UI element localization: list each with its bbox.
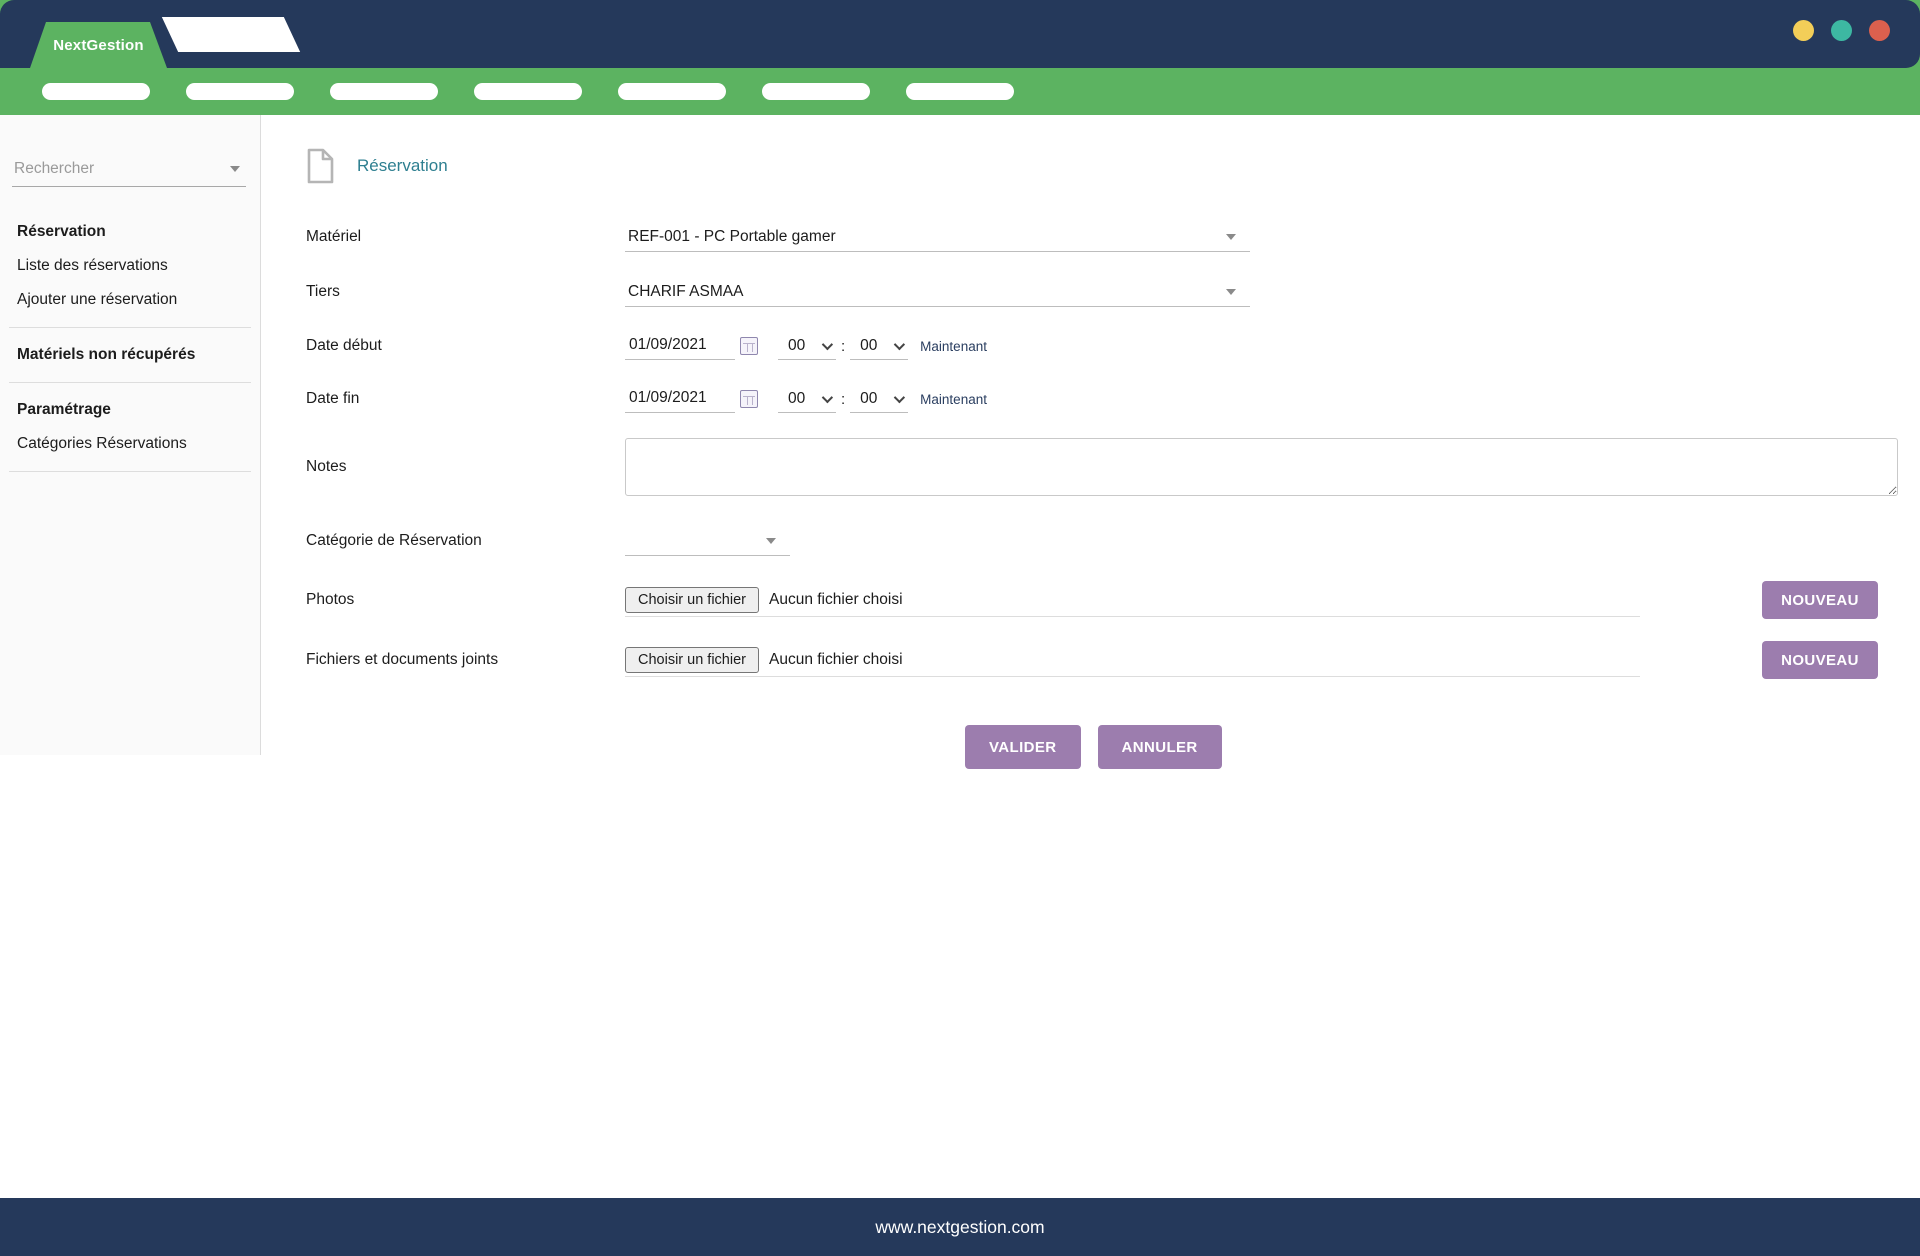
photos-no-file-text: Aucun fichier choisi: [769, 590, 903, 608]
brand-tab[interactable]: NextGestion: [30, 22, 167, 68]
materiel-label: Matériel: [306, 228, 362, 245]
chevron-down-icon: [893, 391, 906, 403]
nav-pill[interactable]: [186, 83, 294, 100]
window-dot-red[interactable]: [1869, 20, 1890, 41]
date-fin-hour-value: 00: [788, 389, 806, 407]
sidebar-menu: Réservation Liste des réservations Ajout…: [0, 215, 260, 472]
tiers-select[interactable]: CHARIF ASMAA: [625, 277, 1250, 307]
caret-down-icon: [1226, 233, 1236, 240]
form-row-categorie: Catégorie de Réservation: [261, 526, 1920, 556]
sidebar: Réservation Liste des réservations Ajout…: [0, 115, 261, 755]
form-actions: VALIDER ANNULER: [965, 725, 1920, 769]
caret-down-icon: [230, 165, 240, 172]
time-separator: :: [841, 390, 846, 408]
fichiers-choose-file-button[interactable]: Choisir un fichier: [625, 646, 759, 673]
categorie-label: Catégorie de Réservation: [306, 532, 482, 549]
title-bar: NextGestion: [0, 0, 1920, 68]
fichiers-new-button[interactable]: NOUVEAU: [1762, 641, 1878, 679]
nav-pill[interactable]: [330, 83, 438, 100]
caret-down-icon: [766, 537, 776, 544]
materiel-value: REF-001 - PC Portable gamer: [628, 227, 836, 245]
tiers-value: CHARIF ASMAA: [628, 282, 744, 300]
sidebar-item-parametrage[interactable]: Paramétrage: [0, 393, 260, 427]
nav-pill[interactable]: [474, 83, 582, 100]
materiel-select[interactable]: REF-001 - PC Portable gamer: [625, 222, 1250, 252]
form-row-fichiers: Fichiers et documents joints Choisir un …: [261, 641, 1920, 679]
fichiers-label: Fichiers et documents joints: [306, 651, 499, 668]
time-separator: :: [841, 337, 846, 355]
sidebar-item-liste-reservations[interactable]: Liste des réservations: [0, 249, 260, 283]
calendar-icon[interactable]: [740, 337, 758, 355]
footer-bar: www.nextgestion.com: [0, 1198, 1920, 1256]
search-input[interactable]: [14, 159, 230, 178]
sidebar-divider: [9, 471, 251, 472]
sidebar-item-ajouter-reservation[interactable]: Ajouter une réservation: [0, 283, 260, 317]
sidebar-divider: [9, 327, 251, 328]
sidebar-item-materiels-non-recuperes[interactable]: Matériels non récupérés: [0, 338, 260, 372]
brand-logo-text: NextGestion: [53, 36, 144, 54]
photos-file-field: Choisir un fichier Aucun fichier choisi: [625, 583, 1640, 617]
page-title: Réservation: [357, 156, 448, 175]
content-area: Réservation Liste des réservations Ajout…: [0, 115, 1920, 769]
valider-button[interactable]: VALIDER: [965, 725, 1081, 769]
date-debut-label: Date début: [306, 337, 382, 354]
chevron-down-icon: [893, 338, 906, 350]
form-row-notes: Notes: [261, 438, 1920, 496]
date-fin-hour-select[interactable]: 00: [778, 385, 836, 413]
form-row-date-fin: Date fin 00 : 00 Maintenant: [261, 385, 1920, 413]
fichiers-no-file-text: Aucun fichier choisi: [769, 650, 903, 668]
sidebar-search: [12, 151, 246, 187]
window-dot-yellow[interactable]: [1793, 20, 1814, 41]
photos-new-button[interactable]: NOUVEAU: [1762, 581, 1878, 619]
nav-pill[interactable]: [762, 83, 870, 100]
nav-pill[interactable]: [906, 83, 1014, 100]
window-header: NextGestion: [0, 0, 1920, 68]
date-debut-minute-value: 00: [860, 336, 878, 354]
tiers-label: Tiers: [306, 283, 340, 300]
footer-url: www.nextgestion.com: [875, 1216, 1045, 1237]
date-debut-input[interactable]: [625, 332, 735, 360]
notes-textarea[interactable]: [625, 438, 1898, 496]
sidebar-item-categories-reservations[interactable]: Catégories Réservations: [0, 427, 260, 461]
form-row-tiers: Tiers CHARIF ASMAA: [261, 277, 1920, 307]
photos-choose-file-button[interactable]: Choisir un fichier: [625, 586, 759, 613]
fichiers-file-field: Choisir un fichier Aucun fichier choisi: [625, 643, 1640, 677]
date-fin-input[interactable]: [625, 385, 735, 413]
sidebar-item-reservation[interactable]: Réservation: [0, 215, 260, 249]
form-row-photos: Photos Choisir un fichier Aucun fichier …: [261, 581, 1920, 619]
nav-pill[interactable]: [42, 83, 150, 100]
main-navbar: [0, 68, 1920, 115]
date-fin-minute-select[interactable]: 00: [850, 385, 909, 413]
caret-down-icon: [1226, 288, 1236, 295]
page-title-row: Réservation: [305, 148, 1920, 184]
nav-pill[interactable]: [618, 83, 726, 100]
form-row-materiel: Matériel REF-001 - PC Portable gamer: [261, 222, 1920, 252]
chevron-down-icon: [821, 338, 834, 350]
notes-label: Notes: [306, 458, 347, 475]
window-dot-teal[interactable]: [1831, 20, 1852, 41]
document-icon: [307, 148, 334, 184]
chevron-down-icon: [821, 391, 834, 403]
reservation-form: Matériel REF-001 - PC Portable gamer Tie…: [261, 222, 1920, 769]
annuler-button[interactable]: ANNULER: [1097, 725, 1222, 769]
main-panel: Réservation Matériel REF-001 - PC Portab…: [261, 115, 1920, 769]
tab-placeholder[interactable]: [161, 17, 301, 52]
date-debut-hour-select[interactable]: 00: [778, 332, 836, 360]
date-debut-hour-value: 00: [788, 336, 806, 354]
date-fin-now-link[interactable]: Maintenant: [920, 392, 987, 407]
calendar-icon[interactable]: [740, 390, 758, 408]
date-debut-now-link[interactable]: Maintenant: [920, 339, 987, 354]
sidebar-divider: [9, 382, 251, 383]
window-controls: [1793, 20, 1890, 41]
date-debut-minute-select[interactable]: 00: [850, 332, 909, 360]
form-row-date-debut: Date début 00 : 00 Maintenant: [261, 332, 1920, 360]
date-fin-minute-value: 00: [860, 389, 878, 407]
photos-label: Photos: [306, 591, 355, 608]
categorie-select[interactable]: [625, 526, 790, 556]
date-fin-label: Date fin: [306, 390, 360, 407]
